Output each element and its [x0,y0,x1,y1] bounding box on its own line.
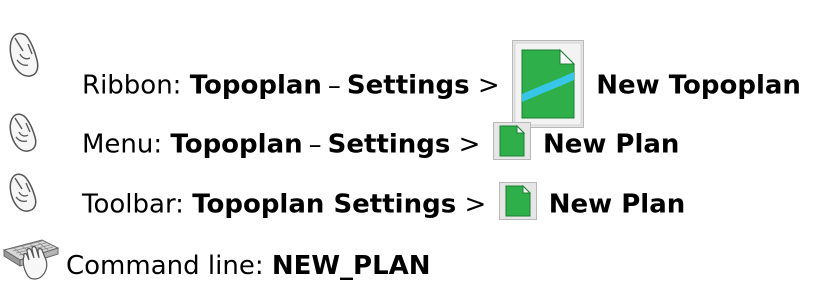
menu-arrow: > [458,129,481,160]
mouse-icon [9,32,39,77]
mouse-icon [9,113,37,152]
ribbon-path-settings: Settings [346,70,470,101]
new-plan-icon [498,182,537,220]
new-topoplan-label: New Topoplan [596,70,801,101]
menu-instruction-text: Menu: Topoplan – Settings > New Plan [82,122,680,164]
menu-label: Menu: [82,129,163,160]
keyboard-icon [2,239,60,280]
menu-dash: – [308,129,322,160]
toolbar-path-topoplan-settings: Topoplan Settings [192,189,457,220]
command-name: NEW_PLAN [271,251,431,281]
new-plan-menu-label: New Plan [542,129,680,160]
menu-path-settings: Settings [327,129,451,160]
new-plan-toolbar-label: New Plan [548,189,686,220]
menu-instruction-row: Menu: Topoplan – Settings > New Plan [0,112,830,162]
mouse-icon [9,173,37,212]
toolbar-instruction-row: Toolbar: Topoplan Settings > New Plan [0,172,830,222]
toolbar-label: Toolbar: [82,189,184,220]
toolbar-arrow: > [464,189,487,220]
menu-path-topoplan: Topoplan [170,129,303,160]
new-plan-menu-button[interactable] [492,122,531,160]
ribbon-instruction-row: Ribbon: Topoplan – Settings > New Topoplan [0,0,830,128]
ribbon-label: Ribbon: [82,70,182,101]
ribbon-dash: – [327,70,341,101]
command-line-instruction-row: Command line: NEW_PLAN [0,236,830,286]
new-plan-toolbar-button[interactable] [498,182,537,220]
toolbar-instruction-text: Toolbar: Topoplan Settings > New Plan [82,182,686,224]
ribbon-arrow: > [477,70,500,101]
new-plan-icon [492,122,531,160]
command-line-label: Command line: [66,251,264,281]
ribbon-path-topoplan: Topoplan [189,70,322,101]
command-line-instruction-text: Command line: NEW_PLAN [66,250,431,282]
